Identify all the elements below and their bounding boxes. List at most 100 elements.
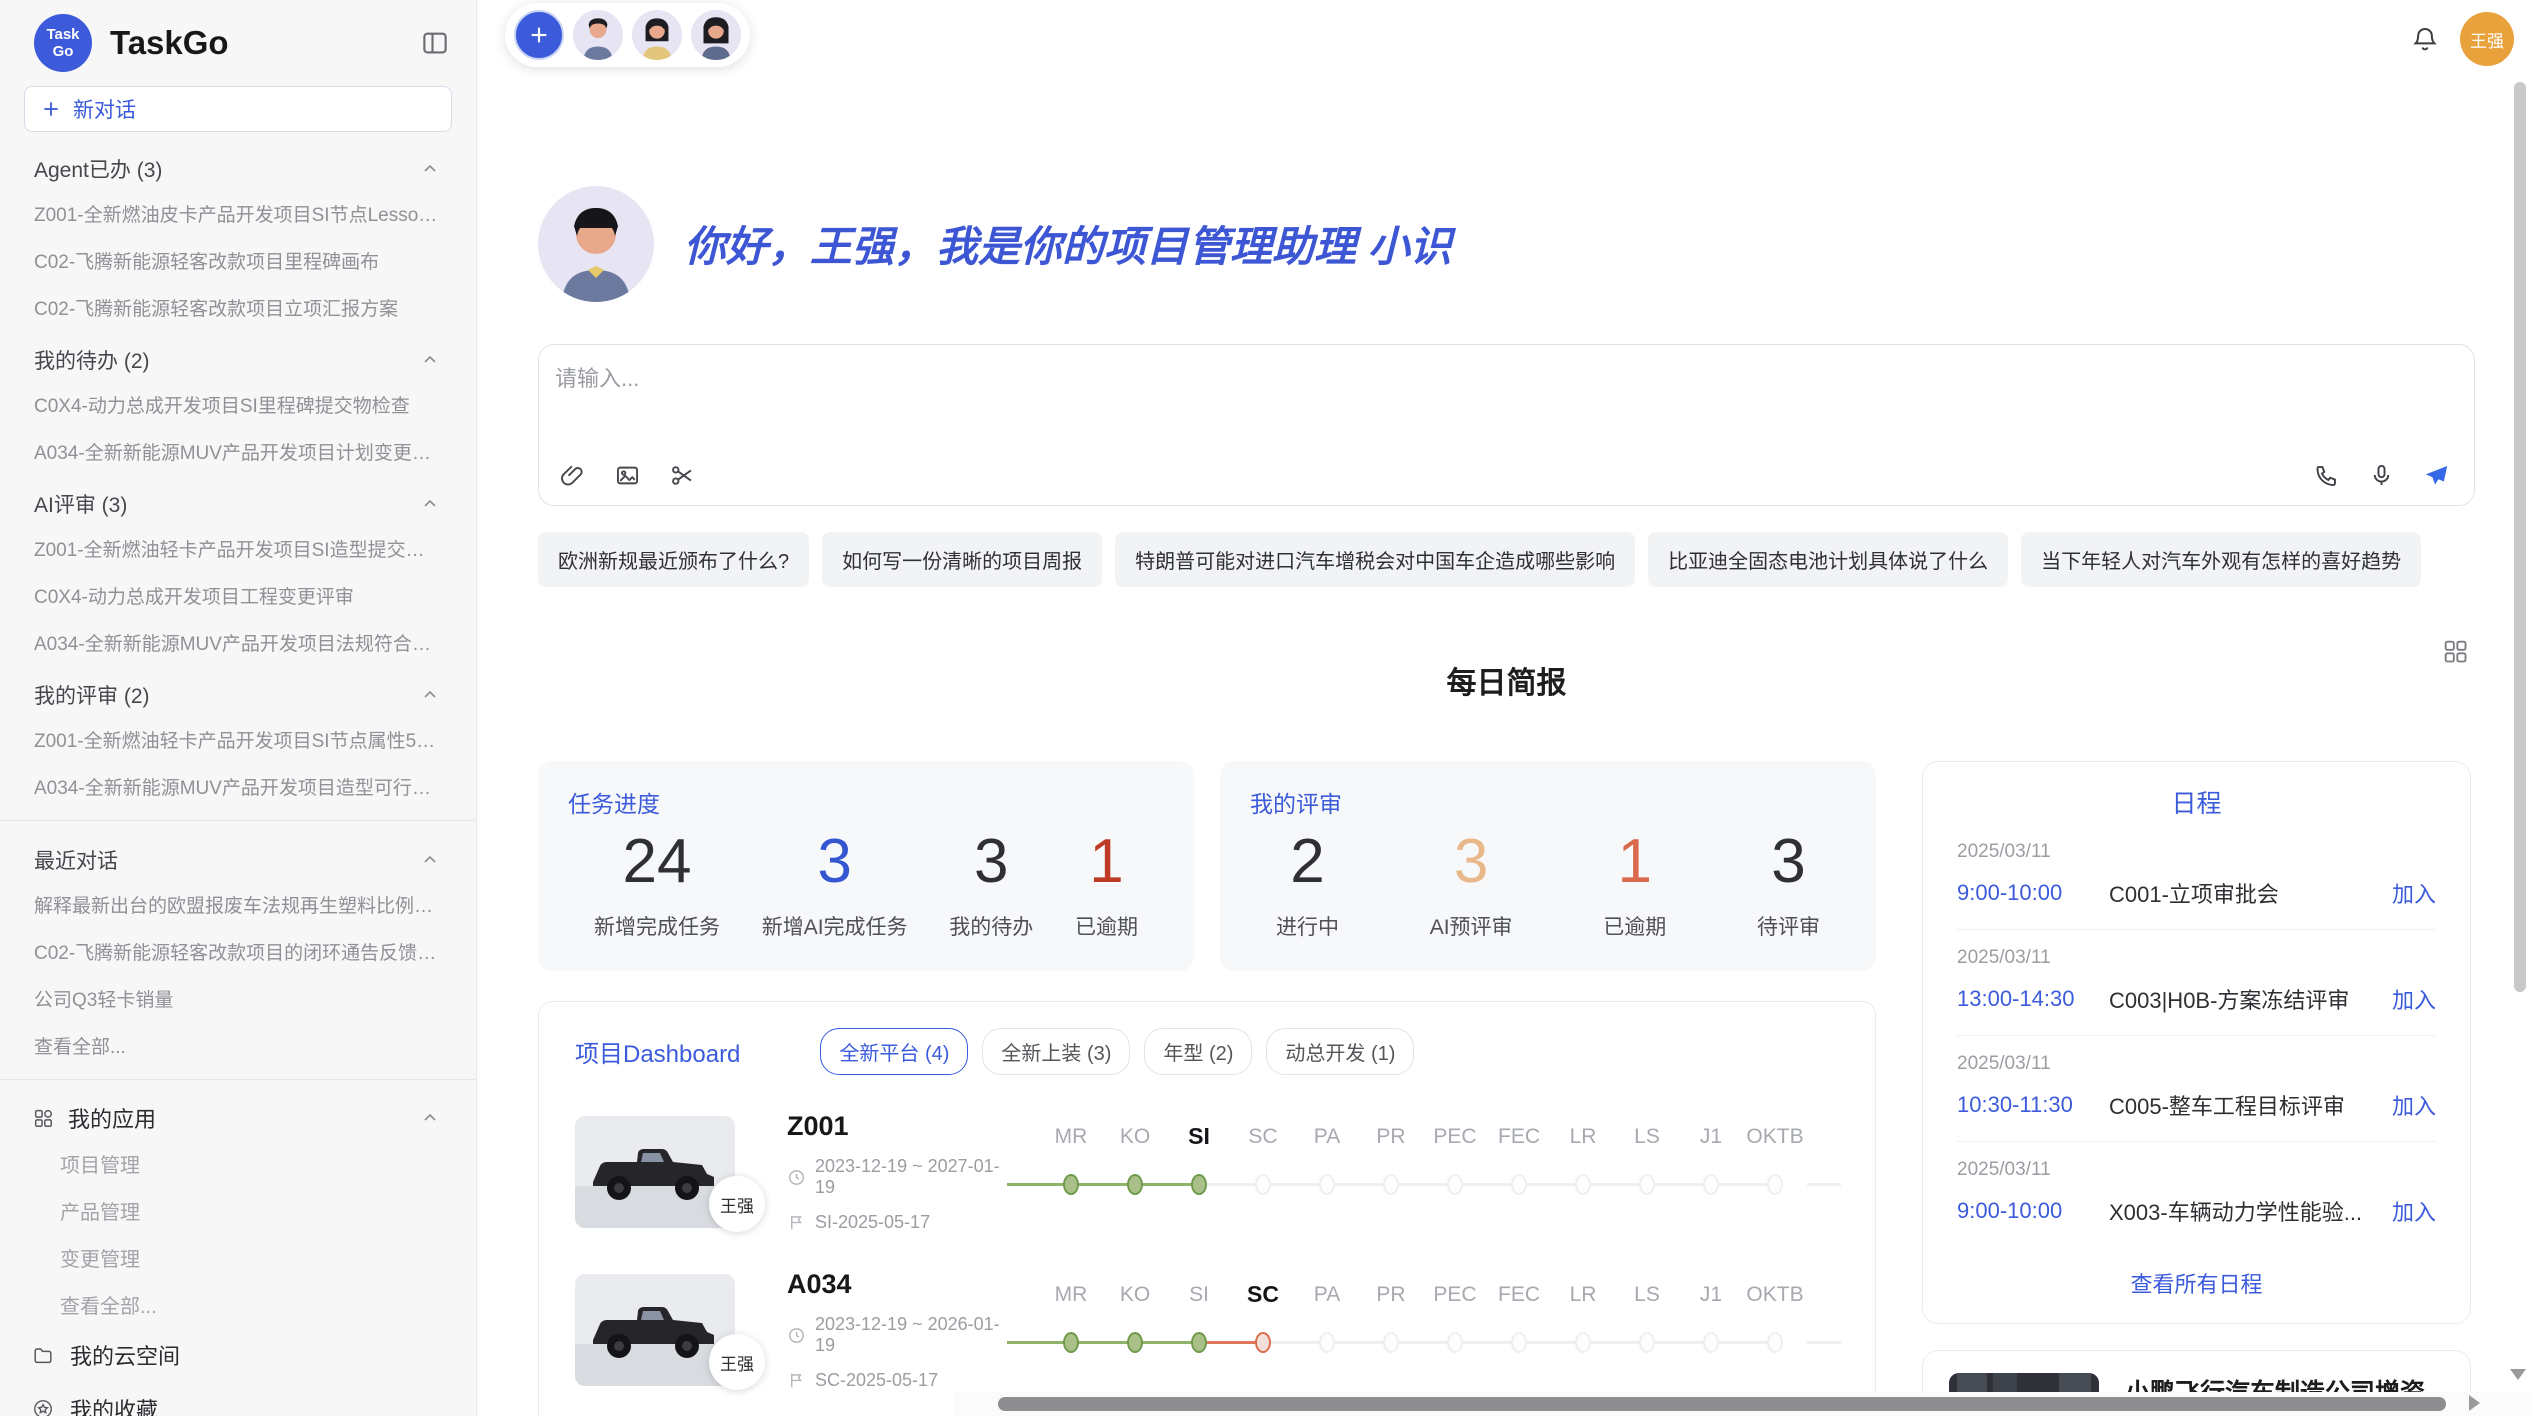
schedule-name[interactable]: C005-整车工程目标评审 [2109, 1089, 2378, 1121]
sidebar-item[interactable]: A034-全新新能源MUV产品开发项目法规符合性评审 [0, 619, 476, 666]
sidebar-item[interactable]: Z001-全新燃油轻卡产品开发项目SI造型提交物评审 [0, 525, 476, 572]
milestone[interactable]: LR [1551, 1125, 1615, 1209]
stat-label: 新增AI完成任务 [762, 911, 908, 941]
milestone[interactable]: PR [1359, 1283, 1423, 1367]
sidebar-item[interactable]: C02-飞腾新能源轻客改款项目里程碑画布 [0, 237, 476, 284]
sidebar-item[interactable]: Z001-全新燃油皮卡产品开发项目SI节点Lesson Learn报告 [0, 190, 476, 237]
milestone[interactable]: J1 [1679, 1283, 1743, 1367]
phone-icon[interactable] [2313, 462, 2340, 489]
sidebar-item-cloud-space[interactable]: 我的云空间 [0, 1328, 476, 1382]
milestone[interactable]: J1 [1679, 1125, 1743, 1209]
app-item[interactable]: 项目管理 [0, 1140, 476, 1187]
chat-input[interactable] [553, 359, 2460, 443]
milestone[interactable]: SC [1231, 1283, 1295, 1367]
vertical-scrollbar-thumb[interactable] [2514, 82, 2526, 992]
app-item[interactable]: 产品管理 [0, 1187, 476, 1234]
sidebar-item[interactable]: Z001-全新燃油轻卡产品开发项目SI节点属性5D文件评审 [0, 716, 476, 763]
dashboard-tab[interactable]: 全新上装 (3) [982, 1028, 1130, 1075]
suggestion-chip[interactable]: 当下年轻人对汽车外观有怎样的喜好趋势 [2021, 532, 2421, 587]
join-link[interactable]: 加入 [2392, 1195, 2436, 1227]
suggestion-chip[interactable]: 如何写一份清晰的项目周报 [822, 532, 1102, 587]
scroll-down-arrow-icon[interactable] [2510, 1369, 2526, 1380]
chevron-up-icon[interactable] [422, 161, 438, 177]
sidebar-item[interactable]: A034-全新新能源MUV产品开发项目造型可行性评审 [0, 763, 476, 810]
briefing-title: 每日简报 [1447, 658, 1567, 702]
schedule-name[interactable]: X003-车辆动力学性能验... [2109, 1195, 2378, 1227]
milestone-label: PR [1359, 1125, 1423, 1149]
join-link[interactable]: 加入 [2392, 983, 2436, 1015]
chevron-up-icon[interactable] [422, 1110, 438, 1126]
chevron-up-icon[interactable] [422, 352, 438, 368]
recent-view-all[interactable]: 查看全部... [0, 1022, 476, 1069]
sidebar-item-favorites[interactable]: 我的收藏 [0, 1382, 476, 1416]
milestone[interactable]: PR [1359, 1125, 1423, 1209]
owner-avatar-badge[interactable]: 王强 [709, 1334, 765, 1390]
layout-grid-icon[interactable] [2441, 637, 2469, 665]
recent-chat-item[interactable]: 公司Q3轻卡销量 [0, 975, 476, 1022]
milestone[interactable]: KO [1103, 1283, 1167, 1367]
suggestion-chip[interactable]: 特朗普可能对进口汽车增税会对中国车企造成哪些影响 [1115, 532, 1635, 587]
milestone[interactable]: OKTB [1743, 1283, 1807, 1367]
milestone[interactable]: PA [1295, 1283, 1359, 1367]
image-icon[interactable] [614, 462, 641, 489]
milestone[interactable]: PEC [1423, 1125, 1487, 1209]
milestone[interactable]: MR [1039, 1283, 1103, 1367]
chevron-up-icon[interactable] [422, 687, 438, 703]
project-row[interactable]: 王强 Z001 2023-12-19 ~ 2027-01 [575, 1111, 1839, 1233]
milestone[interactable]: LS [1615, 1283, 1679, 1367]
scroll-right-arrow-icon[interactable] [2469, 1395, 2480, 1411]
microphone-icon[interactable] [2368, 462, 2395, 489]
chevron-up-icon[interactable] [422, 852, 438, 868]
join-link[interactable]: 加入 [2392, 877, 2436, 909]
milestone[interactable]: OKTB [1743, 1125, 1807, 1209]
sidebar-section-header[interactable]: AI评审 (3) [0, 475, 476, 525]
suggestion-chip[interactable]: 欧洲新规最近颁布了什么? [538, 532, 809, 587]
recent-chat-item[interactable]: C02-飞腾新能源轻客改款项目的闭环通告反馈情况 [0, 928, 476, 975]
new-chat-label: 新对话 [73, 94, 136, 124]
milestone[interactable]: LS [1615, 1125, 1679, 1209]
panel-collapse-icon[interactable] [420, 28, 450, 58]
milestone[interactable]: LR [1551, 1283, 1615, 1367]
schedule-name[interactable]: C001-立项审批会 [2109, 877, 2378, 909]
join-link[interactable]: 加入 [2392, 1089, 2436, 1121]
scissors-icon[interactable] [669, 462, 696, 489]
dashboard-tab[interactable]: 动总开发 (1) [1266, 1028, 1414, 1075]
project-code[interactable]: A034 [787, 1269, 1005, 1300]
paperclip-icon[interactable] [559, 462, 586, 489]
sidebar-section-header[interactable]: 我的评审 (2) [0, 666, 476, 716]
recent-chats-header[interactable]: 最近对话 [0, 831, 476, 881]
milestone[interactable]: FEC [1487, 1283, 1551, 1367]
owner-avatar-badge[interactable]: 王强 [709, 1176, 765, 1232]
stat-value: 3 [762, 825, 908, 899]
my-apps-header[interactable]: 我的应用 [0, 1090, 476, 1140]
milestone[interactable]: KO [1103, 1125, 1167, 1209]
schedule-view-all[interactable]: 查看所有日程 [1957, 1247, 2436, 1307]
send-icon[interactable] [2423, 462, 2450, 489]
schedule-name[interactable]: C003|H0B-方案冻结评审 [2109, 983, 2378, 1015]
milestone[interactable]: MR [1039, 1125, 1103, 1209]
milestone[interactable]: SI [1167, 1125, 1231, 1209]
sidebar-item[interactable]: C0X4-动力总成开发项目工程变更评审 [0, 572, 476, 619]
sidebar-item[interactable]: C02-飞腾新能源轻客改款项目立项汇报方案 [0, 284, 476, 331]
sidebar-item[interactable]: C0X4-动力总成开发项目SI里程碑提交物检查 [0, 381, 476, 428]
milestone[interactable]: SC [1231, 1125, 1295, 1209]
project-code[interactable]: Z001 [787, 1111, 1005, 1142]
milestone[interactable]: PEC [1423, 1283, 1487, 1367]
dashboard-tab[interactable]: 全新平台 (4) [820, 1028, 968, 1075]
sidebar-section-header[interactable]: 我的待办 (2) [0, 331, 476, 381]
project-row[interactable]: 王强 A034 2023-12-19 ~ 2026-01 [575, 1269, 1839, 1391]
chevron-up-icon[interactable] [422, 496, 438, 512]
suggestion-chip[interactable]: 比亚迪全固态电池计划具体说了什么 [1648, 532, 2008, 587]
sidebar-section-header[interactable]: Agent已办 (3) [0, 140, 476, 190]
dashboard-tab[interactable]: 年型 (2) [1144, 1028, 1252, 1075]
milestone[interactable]: SI [1167, 1283, 1231, 1367]
recent-chat-item[interactable]: 解释最新出台的欧盟报废车法规再生塑料比例被调至15%... [0, 881, 476, 928]
horizontal-scrollbar-thumb[interactable] [998, 1397, 2446, 1411]
app-item[interactable]: 变更管理 [0, 1234, 476, 1281]
new-chat-button[interactable]: 新对话 [24, 86, 452, 132]
sidebar-item[interactable]: A034-全新新能源MUV产品开发项目计划变更表编写 [0, 428, 476, 475]
apps-view-all[interactable]: 查看全部... [0, 1281, 476, 1328]
milestone-dot [1127, 1174, 1143, 1195]
milestone[interactable]: PA [1295, 1125, 1359, 1209]
milestone[interactable]: FEC [1487, 1125, 1551, 1209]
